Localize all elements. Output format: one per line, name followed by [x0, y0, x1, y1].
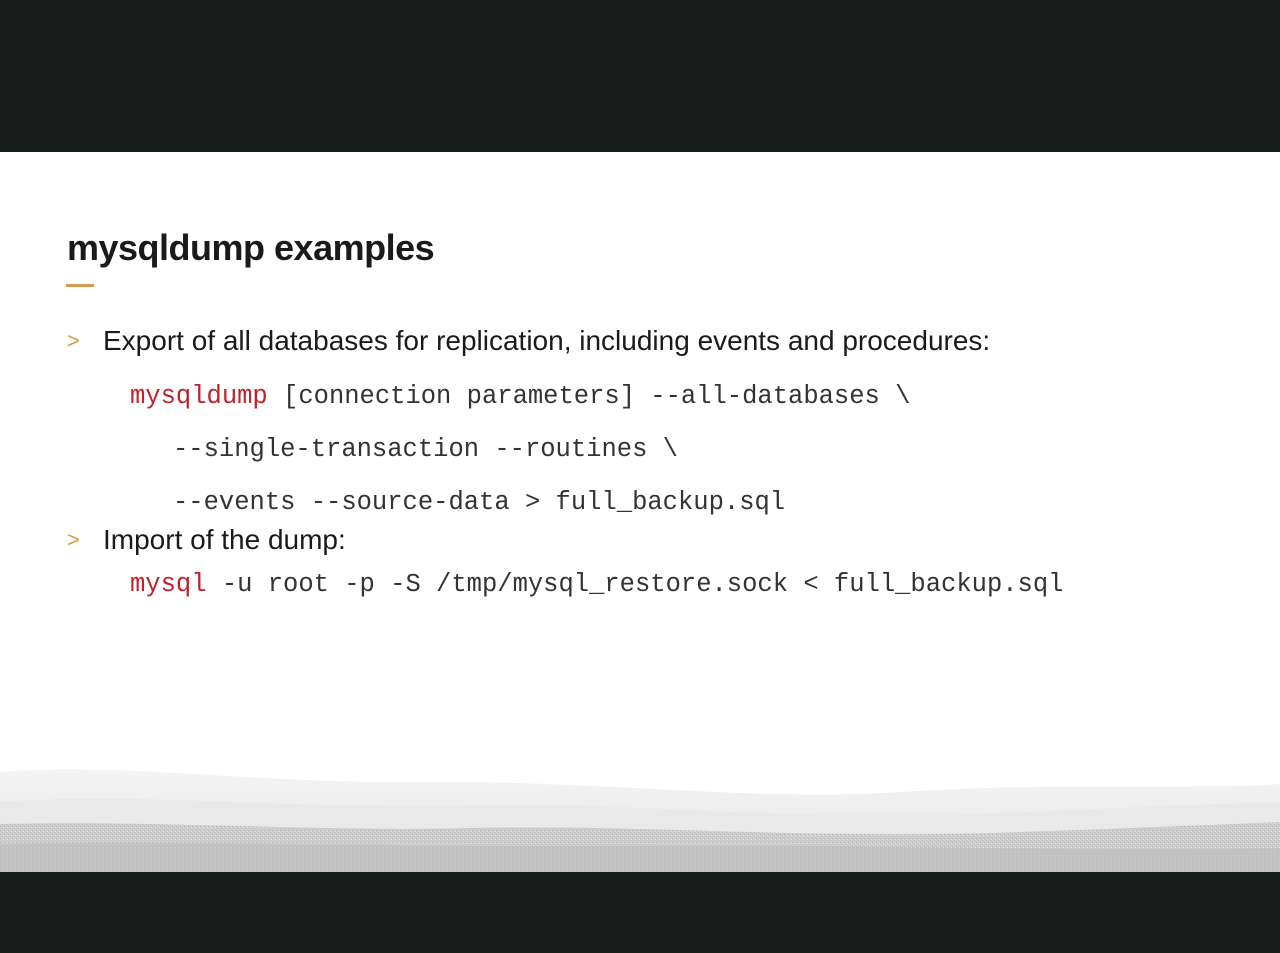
chevron-right-icon: > — [67, 527, 80, 552]
letterbox-top — [0, 0, 1280, 152]
bullet-import: > Import of the dump: — [67, 522, 346, 558]
code-args-3: --events --source-data > full_backup.sql — [173, 488, 786, 517]
letterbox-bottom — [0, 872, 1280, 953]
bullet-import-text: Import of the dump: — [103, 524, 346, 555]
code-command-mysqldump: mysqldump — [130, 382, 268, 411]
title-underline — [66, 284, 94, 287]
code-line-1: mysqldump [connection parameters] --all-… — [130, 380, 910, 414]
code-line-2: --single-transaction --routines \ — [173, 433, 678, 467]
code-line-4: mysql -u root -p -S /tmp/mysql_restore.s… — [130, 568, 1063, 602]
code-command-mysql: mysql — [130, 570, 207, 599]
code-args-4: -u root -p -S /tmp/mysql_restore.sock < … — [206, 570, 1064, 599]
bullet-export-text: Export of all databases for replication,… — [103, 325, 991, 356]
code-line-3: --events --source-data > full_backup.sql — [173, 486, 785, 520]
code-args-2: --single-transaction --routines \ — [173, 435, 678, 464]
bullet-export: > Export of all databases for replication… — [67, 323, 990, 359]
slide: mysqldump examples > Export of all databa… — [0, 152, 1280, 872]
code-args-1: [connection parameters] --all-databases … — [267, 382, 911, 411]
landscape-decoration — [0, 769, 1280, 872]
chevron-right-icon: > — [67, 328, 80, 353]
slide-title: mysqldump examples — [67, 227, 435, 268]
